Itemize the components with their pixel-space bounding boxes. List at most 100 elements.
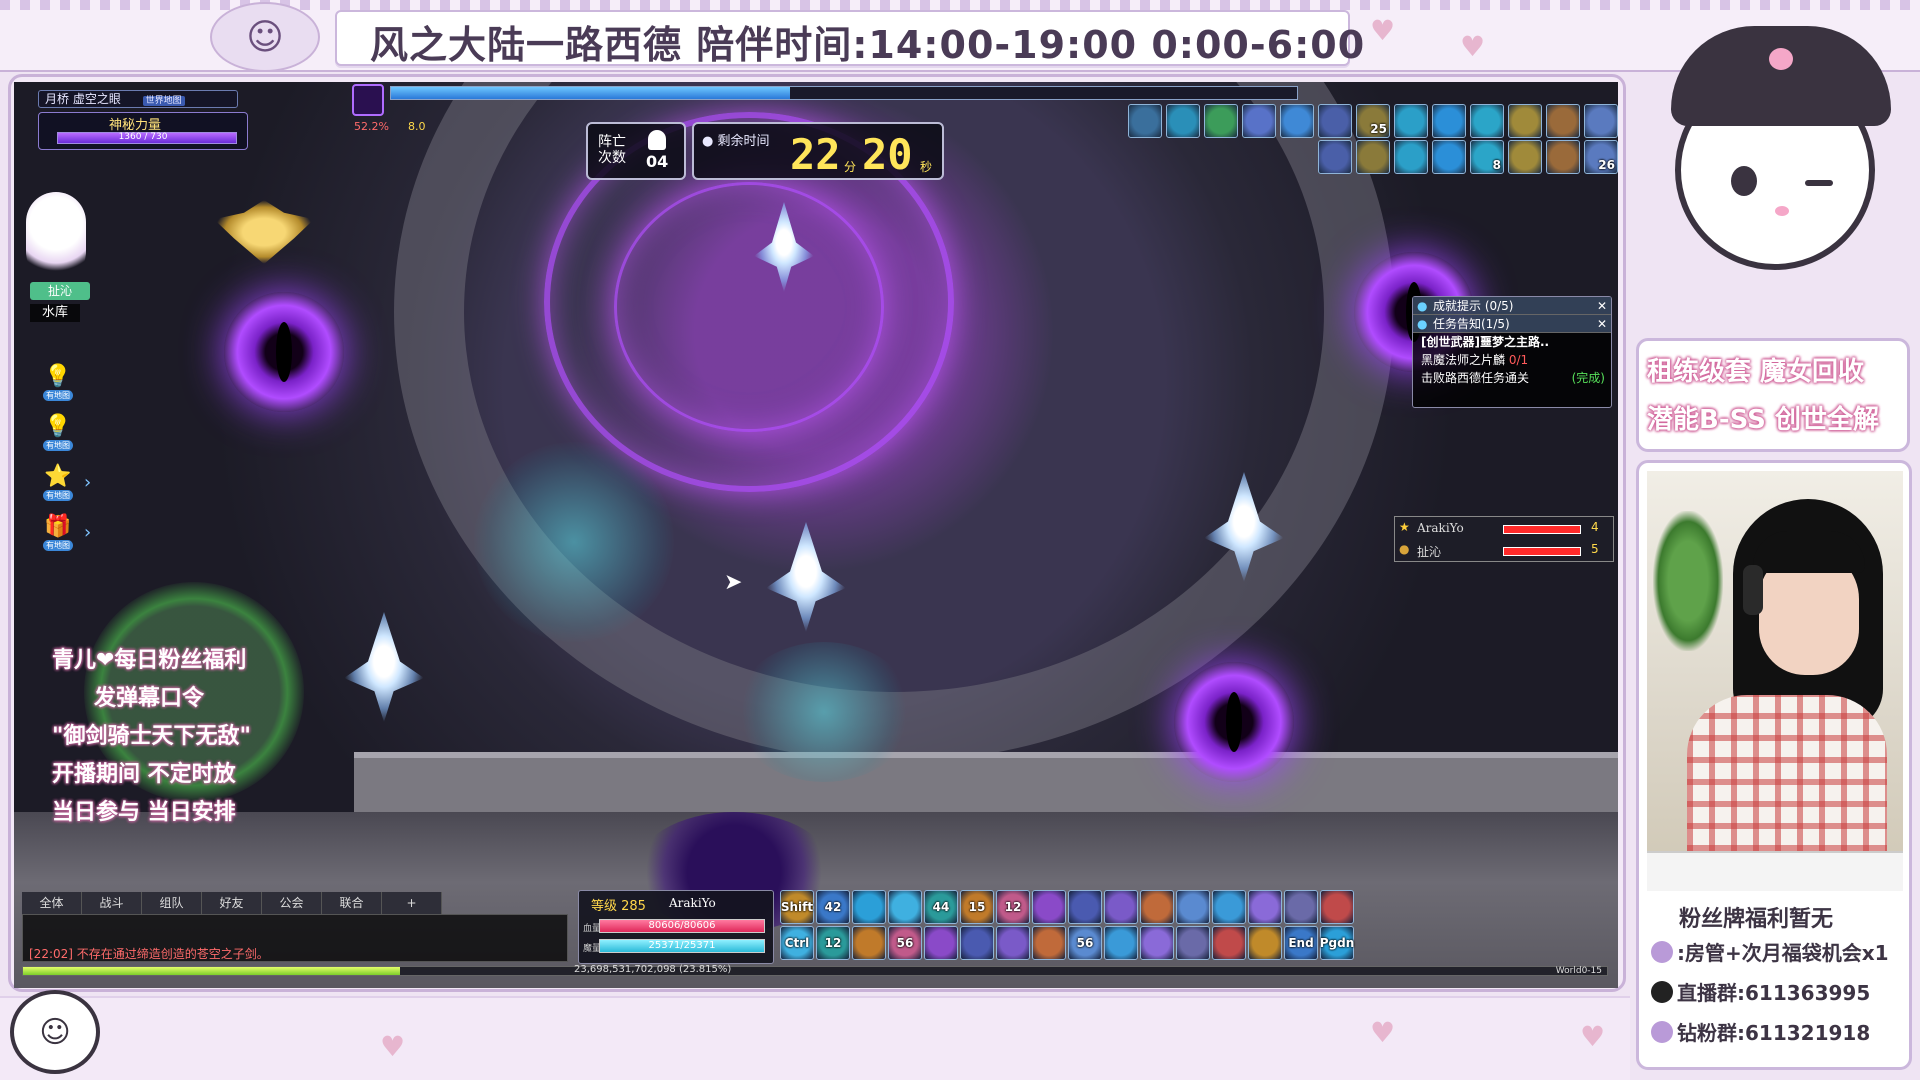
skill-slot[interactable]	[1212, 926, 1246, 960]
close-icon[interactable]: ✕	[1597, 297, 1607, 315]
boss-portrait-icon	[352, 84, 384, 116]
map-name[interactable]: 月桥 虚空之眼 世界地图	[38, 90, 238, 108]
chat-box[interactable]: [22:02] 不存在通过缔造创造的苍空之子剑。	[22, 914, 568, 962]
skill-slot[interactable]	[960, 926, 994, 960]
lightbulb-icon[interactable]: 💡 有地图	[40, 414, 76, 454]
buff-icon[interactable]	[1394, 140, 1428, 174]
buff-icon[interactable]	[1508, 140, 1542, 174]
skill-slot[interactable]: End	[1284, 926, 1318, 960]
buff-icon[interactable]	[1318, 140, 1352, 174]
skill-slot[interactable]	[1140, 890, 1174, 924]
buff-icon[interactable]	[1470, 104, 1504, 138]
buff-icon[interactable]: 26	[1584, 140, 1618, 174]
skill-slot[interactable]	[1212, 890, 1246, 924]
skill-slot[interactable]: 15	[960, 890, 994, 924]
objective-2-text: 击败路西德任务通关	[1421, 371, 1530, 385]
skill-slot[interactable]: 44	[924, 890, 958, 924]
skill-slot[interactable]	[888, 890, 922, 924]
close-icon[interactable]: ✕	[1597, 315, 1607, 333]
skill-slot[interactable]: 42	[816, 890, 850, 924]
buff-icon[interactable]	[1242, 104, 1276, 138]
guild-tag: 扯沁	[30, 282, 90, 300]
party-member[interactable]: ● 扯沁 5	[1395, 541, 1613, 561]
party-member-level: 4	[1591, 520, 1599, 534]
buff-icon[interactable]	[1546, 104, 1580, 138]
skill-slot[interactable]	[1248, 926, 1282, 960]
task-notice-header[interactable]: 任务告知(1/5) ✕	[1413, 315, 1611, 333]
buff-icon[interactable]	[1394, 104, 1428, 138]
chat-tab[interactable]: 联合	[322, 892, 382, 914]
buff-icon[interactable]	[1432, 140, 1466, 174]
quest-tracker[interactable]: 成就提示 (0/5) ✕ 任务告知(1/5) ✕ [创世武器]噩梦之主路.. 黑魔法…	[1412, 296, 1612, 408]
skill-slot[interactable]: Shift	[780, 890, 814, 924]
rank-medal-icon	[214, 200, 314, 264]
skill-slot[interactable]: 56	[888, 926, 922, 960]
skill-slot[interactable]: Ctrl	[780, 926, 814, 960]
skill-slot[interactable]: Pgdn	[1320, 926, 1354, 960]
party-member[interactable]: ★ ArakiYo 4	[1395, 519, 1613, 539]
world-map-badge[interactable]: 世界地图	[142, 96, 185, 106]
chat-tab[interactable]: 全体	[22, 892, 82, 914]
buff-icon[interactable]	[1166, 104, 1200, 138]
buff-icon[interactable]	[1204, 104, 1238, 138]
skill-slot[interactable]	[1284, 890, 1318, 924]
skill-slot[interactable]: 12	[816, 926, 850, 960]
party-member-name: ArakiYo	[1417, 521, 1464, 535]
skill-slot[interactable]	[1104, 926, 1138, 960]
buff-icon[interactable]	[1508, 104, 1542, 138]
buff-icon[interactable]	[1280, 104, 1314, 138]
person-icon	[648, 130, 666, 150]
star-icon[interactable]: ⭐ 有地图	[40, 464, 76, 504]
skill-slot[interactable]	[1140, 926, 1174, 960]
achievements-header[interactable]: 成就提示 (0/5) ✕	[1413, 297, 1611, 315]
chat-tab[interactable]: 战斗	[82, 892, 142, 914]
skill-slot[interactable]	[852, 890, 886, 924]
quest-title[interactable]: [创世武器]噩梦之主路..	[1413, 333, 1611, 351]
game-viewport[interactable]: 月桥 虚空之眼 世界地图 神秘力量 1360 / 730 扯沁 水库 💡 有地图 …	[14, 82, 1618, 988]
player-avatar[interactable]	[26, 192, 86, 282]
quest-objective-2: 击败路西德任务通关 (完成)	[1413, 369, 1611, 387]
chevron-right-icon[interactable]: ›	[84, 522, 91, 543]
buff-icon[interactable]	[1356, 140, 1390, 174]
party-member-hp-bar	[1503, 525, 1581, 534]
buff-icon[interactable]	[1128, 104, 1162, 138]
skill-slot[interactable]	[1176, 926, 1210, 960]
party-panel[interactable]: ★ ArakiYo 4 ● 扯沁 5	[1394, 516, 1614, 562]
cyan-glow	[474, 442, 674, 642]
skill-bar: Shift 42 44 15 12 Ctrl 12 56 56 End Pgdn	[780, 890, 1354, 960]
skill-slot[interactable]	[1068, 890, 1102, 924]
skill-slot[interactable]	[852, 926, 886, 960]
skill-slot[interactable]: 56	[1068, 926, 1102, 960]
mystic-power-value: 1360 / 730	[118, 132, 168, 142]
gift-icon[interactable]: 🎁 有地图	[40, 514, 76, 554]
skill-slot[interactable]: 12	[996, 890, 1030, 924]
skill-slot[interactable]	[1248, 890, 1282, 924]
skill-slot[interactable]	[1104, 890, 1138, 924]
chevron-right-icon[interactable]: ›	[84, 472, 91, 493]
cyan-glow	[734, 642, 914, 782]
fan-welfare-line-5: 当日参与 当日安排	[52, 800, 236, 825]
chat-tab[interactable]: 公会	[262, 892, 322, 914]
buff-icon[interactable]	[1584, 104, 1618, 138]
skill-slot[interactable]	[1176, 890, 1210, 924]
chat-tab[interactable]: 好友	[202, 892, 262, 914]
skill-slot[interactable]	[996, 926, 1030, 960]
chat-tab[interactable]: +	[382, 892, 442, 914]
buff-icon[interactable]	[1546, 140, 1580, 174]
skill-slot[interactable]	[924, 926, 958, 960]
skill-slot[interactable]	[1032, 926, 1066, 960]
live-group-line: 直播群:611363995	[1651, 977, 1870, 1006]
lucid-eye	[1174, 662, 1294, 782]
timer-seconds: 20	[862, 130, 913, 179]
buff-icon[interactable]	[1318, 104, 1352, 138]
buff-icon[interactable]: 25	[1356, 104, 1390, 138]
chat-tab[interactable]: 组队	[142, 892, 202, 914]
objective-2-status: (完成)	[1571, 371, 1605, 385]
buff-icon[interactable]	[1432, 104, 1466, 138]
kuromi-eye	[1731, 166, 1757, 196]
skill-slot[interactable]	[1032, 890, 1066, 924]
party-member-hp-bar	[1503, 547, 1581, 556]
buff-icon[interactable]: 8	[1470, 140, 1504, 174]
lightbulb-icon[interactable]: 💡 有地图	[40, 364, 76, 404]
skill-slot[interactable]	[1320, 890, 1354, 924]
